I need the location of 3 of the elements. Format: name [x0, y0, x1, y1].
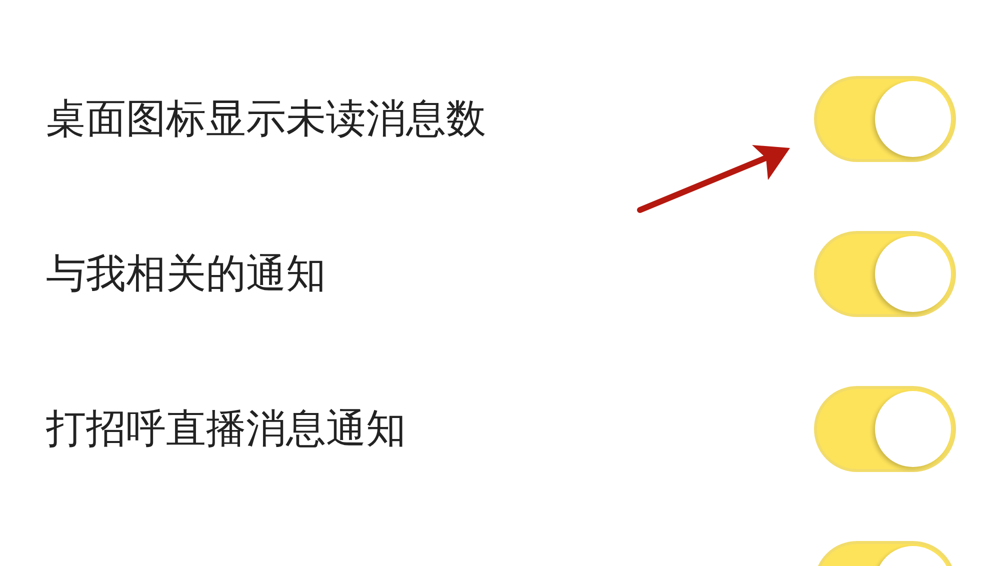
setting-label: 与我相关的通知	[46, 254, 326, 294]
setting-label: 打招呼直播消息通知	[46, 408, 406, 448]
setting-label: 桌面图标显示未读消息数	[46, 98, 486, 138]
